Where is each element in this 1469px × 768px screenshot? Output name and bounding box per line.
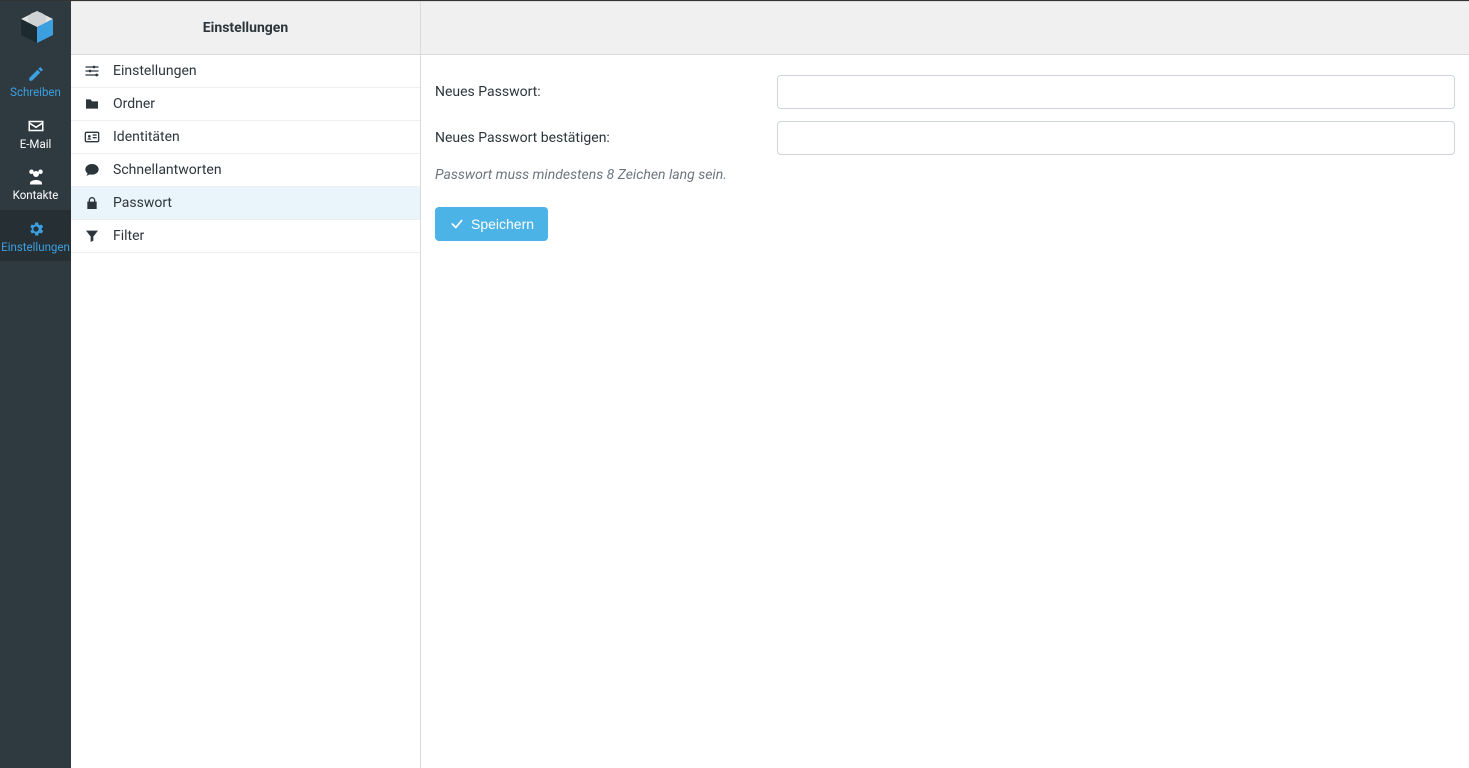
- save-button-label: Speichern: [471, 216, 534, 232]
- settings-item-label: Passwort: [113, 195, 172, 211]
- contacts-icon: [26, 168, 46, 186]
- settings-item-label: Identitäten: [113, 129, 180, 145]
- lock-icon: [83, 195, 101, 211]
- settings-item-responses[interactable]: Schnellantworten: [71, 154, 420, 187]
- settings-item-password[interactable]: Passwort: [71, 187, 420, 220]
- task-settings[interactable]: Einstellungen: [0, 210, 71, 262]
- content-area: Neues Passwort: Neues Passwort bestätige…: [421, 1, 1469, 768]
- filter-icon: [83, 228, 101, 244]
- cube-icon: [17, 9, 57, 49]
- check-icon: [449, 217, 465, 231]
- input-new-password[interactable]: [777, 75, 1455, 109]
- settings-list: Einstellungen Ordner Identitäten Schnell…: [71, 55, 420, 768]
- settings-item-label: Einstellungen: [113, 63, 197, 79]
- task-mail[interactable]: E-Mail: [0, 107, 71, 159]
- row-new-password: Neues Passwort:: [435, 75, 1455, 109]
- settings-item-label: Schnellantworten: [113, 162, 222, 178]
- settings-item-filter[interactable]: Filter: [71, 220, 420, 253]
- input-confirm-password[interactable]: [777, 121, 1455, 155]
- taskbar: Schreiben E-Mail Kontakte Einstellungen: [0, 1, 71, 768]
- comment-icon: [83, 162, 101, 178]
- sliders-icon: [83, 63, 101, 79]
- settings-item-preferences[interactable]: Einstellungen: [71, 55, 420, 88]
- task-compose[interactable]: Schreiben: [0, 55, 71, 107]
- settings-sidebar: Einstellungen Einstellungen Ordner Ident…: [71, 1, 421, 768]
- compose-icon: [26, 65, 46, 83]
- folder-icon: [83, 96, 101, 112]
- idcard-icon: [83, 129, 101, 145]
- password-form: Neues Passwort: Neues Passwort bestätige…: [421, 55, 1469, 261]
- settings-item-label: Filter: [113, 228, 144, 244]
- label-confirm-password: Neues Passwort bestätigen:: [435, 130, 777, 146]
- task-contacts-label: Kontakte: [13, 190, 59, 202]
- label-new-password: Neues Passwort:: [435, 84, 777, 100]
- settings-sidebar-title: Einstellungen: [71, 1, 420, 55]
- settings-item-folders[interactable]: Ordner: [71, 88, 420, 121]
- password-hint: Passwort muss mindestens 8 Zeichen lang …: [435, 167, 1455, 183]
- task-compose-label: Schreiben: [10, 87, 61, 99]
- row-confirm-password: Neues Passwort bestätigen:: [435, 121, 1455, 155]
- task-contacts[interactable]: Kontakte: [0, 158, 71, 210]
- mail-icon: [26, 117, 46, 135]
- save-button[interactable]: Speichern: [435, 207, 548, 241]
- task-mail-label: E-Mail: [20, 139, 52, 151]
- app-logo: [0, 1, 71, 55]
- content-header: [421, 1, 1469, 55]
- settings-item-label: Ordner: [113, 96, 155, 112]
- gear-icon: [26, 220, 46, 238]
- settings-item-identities[interactable]: Identitäten: [71, 121, 420, 154]
- task-settings-label: Einstellungen: [1, 242, 70, 254]
